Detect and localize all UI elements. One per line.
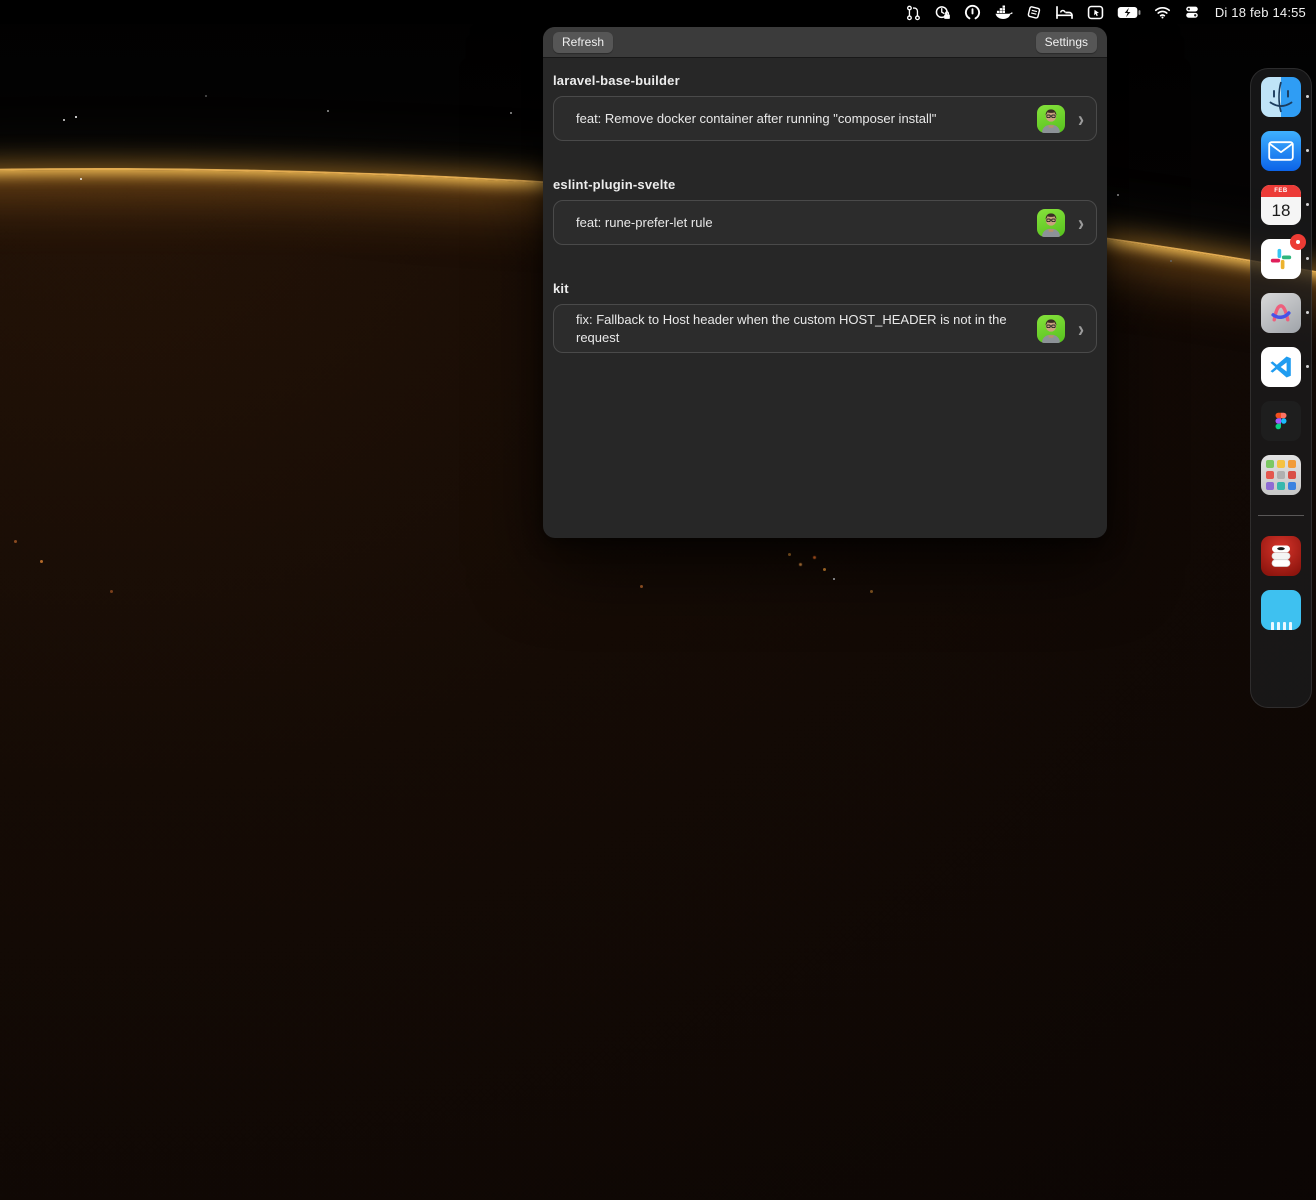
dock-item-figma[interactable] (1261, 401, 1301, 441)
dock-item-launchpad[interactable] (1261, 455, 1301, 495)
docker-icon[interactable] (994, 3, 1013, 21)
clipboard-diamond-icon[interactable] (1026, 3, 1042, 21)
menubar-toggles-icon[interactable] (1184, 3, 1200, 21)
running-indicator (1306, 149, 1309, 152)
chevron-right-icon: › (1078, 211, 1084, 234)
dock-item-calendar[interactable]: FEB 18 (1261, 185, 1301, 225)
dock-divider (1258, 515, 1304, 516)
chevron-right-icon: › (1078, 317, 1084, 340)
repo-name: kit (553, 281, 1097, 296)
repo-section: kit fix: Fallback to Host header when th… (553, 281, 1097, 353)
menu-bar: Di 18 feb 14:55 (0, 0, 1316, 24)
chevron-right-icon: › (1078, 107, 1084, 130)
dock-item-database[interactable] (1261, 536, 1301, 576)
running-indicator (1306, 95, 1309, 98)
dock-item-vscode[interactable] (1261, 347, 1301, 387)
pr-title: feat: Remove docker container after runn… (576, 110, 1037, 128)
pr-item[interactable]: feat: rune-prefer-let rule › (553, 200, 1097, 245)
menubar-clock[interactable]: Di 18 feb 14:55 (1213, 5, 1306, 20)
dock-item-partial-app[interactable] (1261, 590, 1301, 630)
dock-item-arc[interactable] (1261, 293, 1301, 333)
repo-name: laravel-base-builder (553, 73, 1097, 88)
running-indicator (1306, 311, 1309, 314)
screen-cursor-icon[interactable] (1087, 3, 1104, 21)
panel-header: Refresh Settings (543, 27, 1107, 58)
refresh-button[interactable]: Refresh (553, 32, 613, 53)
author-avatar (1037, 315, 1065, 343)
running-indicator (1306, 257, 1309, 260)
running-indicator (1306, 203, 1309, 206)
dock-item-mail[interactable] (1261, 131, 1301, 171)
calendar-month-label: FEB (1261, 185, 1301, 197)
pr-title: fix: Fallback to Host header when the cu… (576, 311, 1037, 346)
repo-section: laravel-base-builder feat: Remove docker… (553, 73, 1097, 141)
repo-name: eslint-plugin-svelte (553, 177, 1097, 192)
dock-item-finder[interactable] (1261, 77, 1301, 117)
author-avatar (1037, 209, 1065, 237)
repo-section: eslint-plugin-svelte feat: rune-prefer-l… (553, 177, 1097, 245)
battery-charging-icon[interactable] (1117, 3, 1141, 21)
gauge-lock-icon[interactable] (934, 3, 951, 21)
bed-icon[interactable] (1055, 3, 1074, 21)
panel-body: laravel-base-builder feat: Remove docker… (543, 73, 1107, 353)
pr-title: feat: rune-prefer-let rule (576, 214, 1037, 232)
pull-request-icon[interactable] (905, 3, 921, 21)
dock-item-slack[interactable] (1261, 239, 1301, 279)
settings-button[interactable]: Settings (1036, 32, 1097, 53)
calendar-day-label: 18 (1261, 197, 1301, 225)
pr-item[interactable]: feat: Remove docker container after runn… (553, 96, 1097, 141)
openvpn-icon[interactable] (964, 3, 981, 21)
dock: FEB 18 (1250, 68, 1312, 708)
pr-item[interactable]: fix: Fallback to Host header when the cu… (553, 304, 1097, 353)
wifi-icon[interactable] (1154, 3, 1171, 21)
notification-badge (1290, 234, 1306, 250)
author-avatar (1037, 105, 1065, 133)
pr-review-panel: Refresh Settings laravel-base-builder fe… (543, 27, 1107, 538)
running-indicator (1306, 365, 1309, 368)
